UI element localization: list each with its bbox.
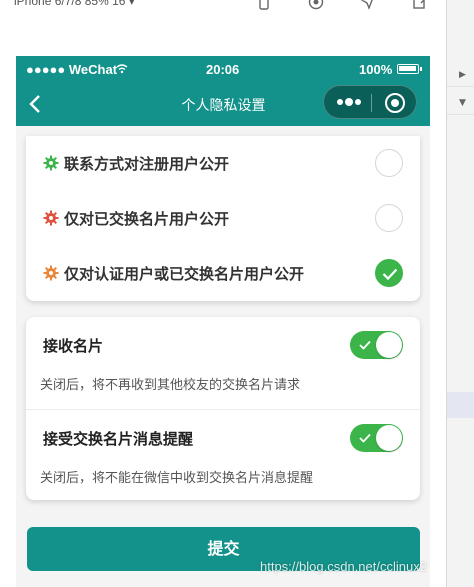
device-label[interactable]: iPhone 6/7/8 85% 16 ▾ [14,0,135,8]
edit-icon[interactable] [412,0,428,10]
battery-icon [397,64,422,74]
phone-simulator: ●●●●● WeChat 20:06 100% 个人隐私设置 联系方式对注册用户… [16,56,430,587]
settings-card: 接收名片 关闭后，将不再收到其他校友的交换名片请求 接受交换名片消息提醒 关闭后… [26,317,420,500]
privacy-option-label: 仅对已交换名片用户公开 [64,210,230,228]
check-icon [359,433,371,443]
battery-percent: 100% [359,62,393,77]
record-icon[interactable] [308,0,324,10]
check-icon [382,268,398,281]
setting-row-receive-card: 接收名片 关闭后，将不再收到其他校友的交换名片请求 [26,317,420,409]
setting-title: 接收名片 [43,337,104,355]
panel-row[interactable]: ▶ [447,64,474,87]
selected-row[interactable] [447,392,474,418]
privacy-option[interactable]: 联系方式对注册用户公开 [26,136,420,191]
privacy-option-label: 仅对认证用户或已交换名片用户公开 [64,265,305,283]
close-target-icon[interactable] [384,92,406,114]
capsule-divider [371,94,372,112]
privacy-option[interactable]: 仅对认证用户或已交换名片用户公开 [26,246,420,301]
radio-button-checked[interactable] [375,259,403,287]
gear-icon [43,265,59,281]
privacy-options-card: 联系方式对注册用户公开 仅对已交换名片用户公开 仅对认证用户或已交换名片用户公开 [26,136,420,301]
switch-knob [376,332,402,358]
miniprogram-capsule [323,85,417,119]
phone-icon[interactable] [256,0,272,10]
status-time: 20:06 [206,62,240,77]
wifi-icon [116,64,128,74]
collapse-arrow-icon[interactable]: ▼ [459,98,466,108]
signal-carrier: ●●●●● WeChat [26,62,118,77]
exchange-reminder-switch[interactable] [350,424,403,452]
check-icon [359,340,371,350]
devtools-toolbar: iPhone 6/7/8 85% 16 ▾ [0,0,474,40]
watermark: https://blog.csdn.net/cclinux2 [260,559,427,574]
setting-description: 关闭后，将不再收到其他校友的交换名片请求 [40,378,301,393]
navigation-bar: 个人隐私设置 [16,82,430,126]
receive-card-switch[interactable] [350,331,403,359]
setting-description: 关闭后，将不能在微信中收到交换名片消息提醒 [40,471,314,486]
devtools-side-panel: ▶ ▼ [446,0,474,587]
setting-title: 接受交换名片消息提醒 [43,430,194,448]
privacy-option[interactable]: 仅对已交换名片用户公开 [26,191,420,246]
status-bar: ●●●●● WeChat 20:06 100% [16,56,430,82]
expand-arrow-icon[interactable]: ▶ [459,70,466,80]
panel-row[interactable]: ▼ [447,92,474,115]
setting-row-exchange-reminder: 接受交换名片消息提醒 关闭后，将不能在微信中收到交换名片消息提醒 [26,409,420,502]
send-icon[interactable] [360,0,376,10]
back-arrow-icon[interactable] [22,90,50,118]
more-dots-icon[interactable] [336,95,362,109]
privacy-option-label: 联系方式对注册用户公开 [64,155,230,173]
radio-button[interactable] [375,149,403,177]
page-title: 个人隐私设置 [181,98,266,114]
radio-button[interactable] [375,204,403,232]
switch-knob [376,425,402,451]
gear-icon [43,155,59,171]
gear-icon [43,210,59,226]
